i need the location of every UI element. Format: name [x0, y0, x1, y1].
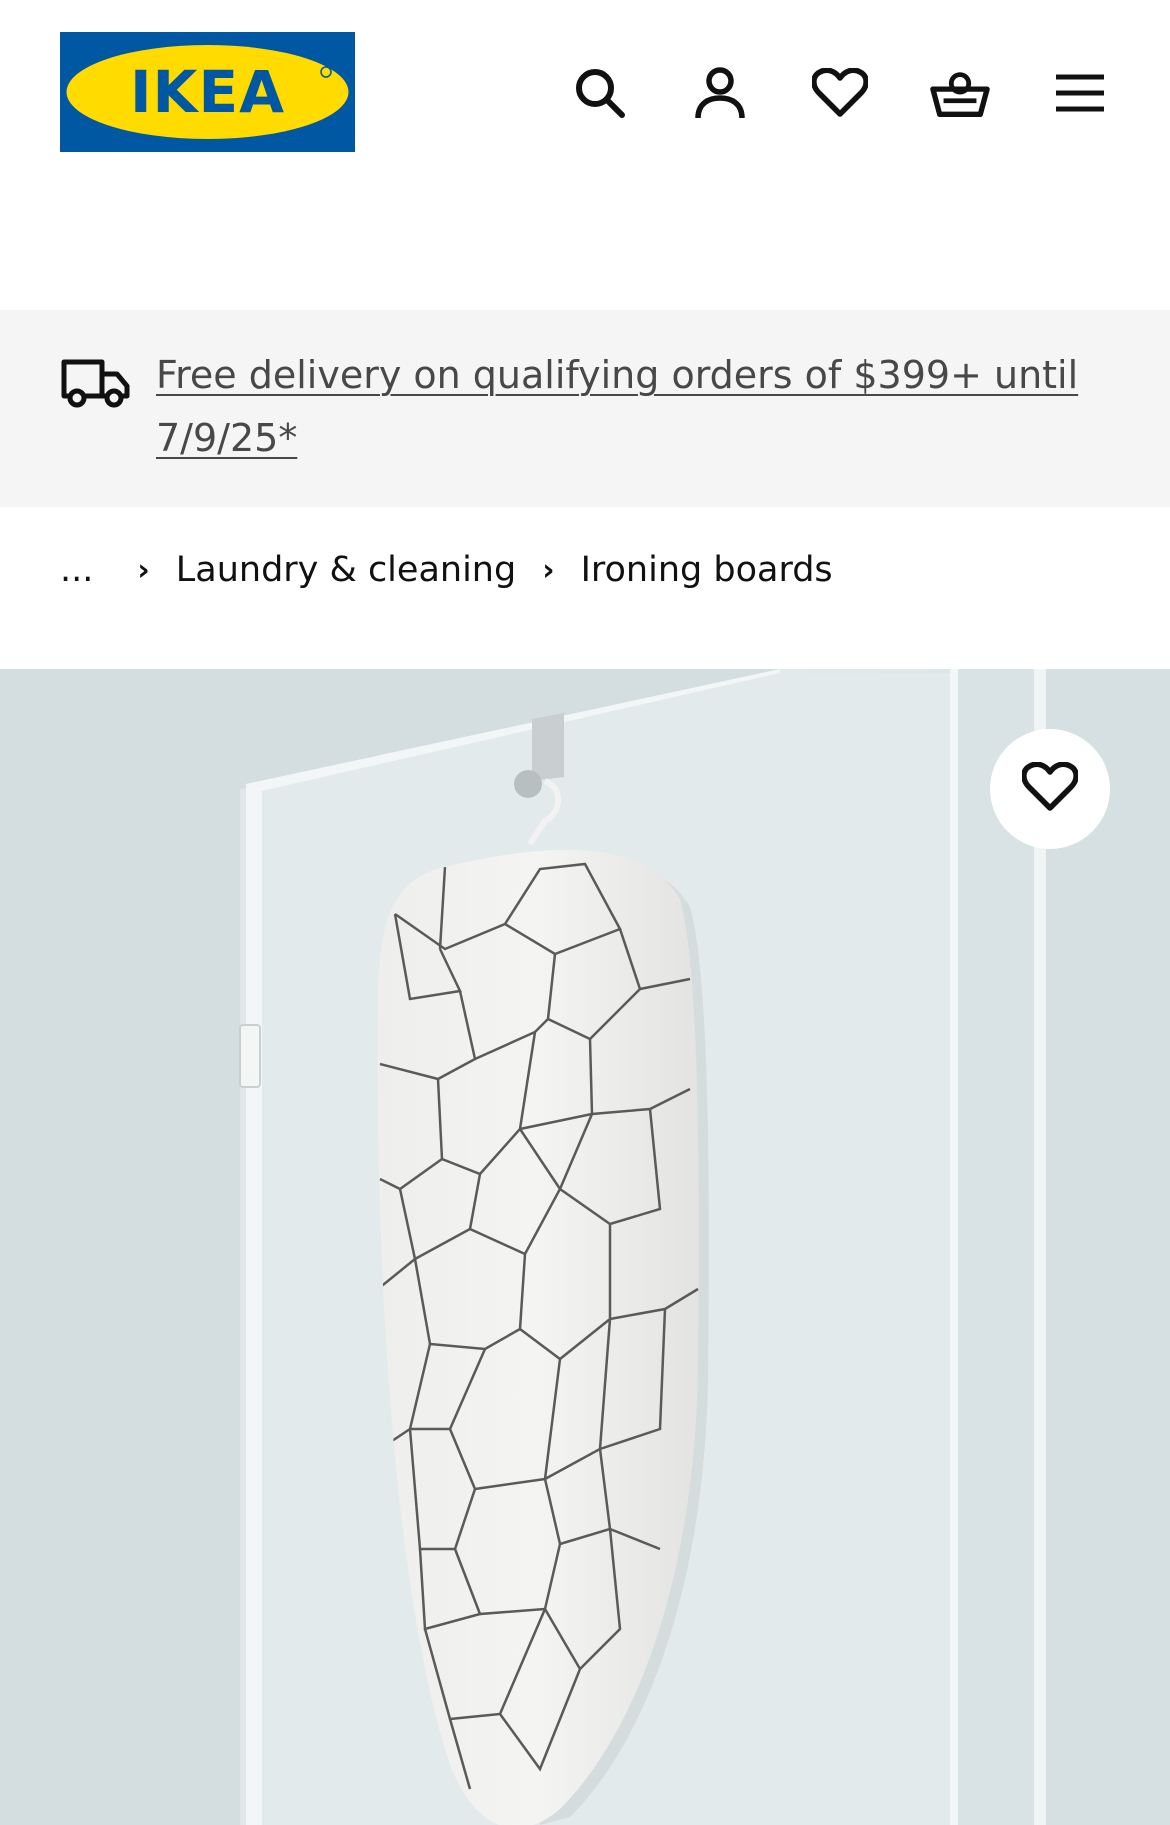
site-header: IKEA [0, 0, 1170, 310]
breadcrumb-item-laundry[interactable]: Laundry & cleaning [176, 550, 516, 590]
basket-icon[interactable] [930, 58, 990, 128]
breadcrumb: ... › Laundry & cleaning › Ironing board… [60, 548, 833, 592]
account-icon[interactable] [690, 58, 750, 128]
search-icon[interactable] [570, 58, 630, 128]
ikea-logo[interactable]: IKEA [60, 32, 355, 152]
delivery-banner: Free delivery on qualifying orders of $3… [0, 310, 1170, 507]
truck-icon [60, 354, 132, 412]
svg-text:IKEA: IKEA [130, 58, 285, 126]
breadcrumb-ellipsis[interactable]: ... [60, 550, 93, 590]
chevron-right-icon: › [542, 552, 555, 588]
favorite-button[interactable] [990, 729, 1110, 849]
free-delivery-link[interactable]: Free delivery on qualifying orders of $3… [156, 344, 1116, 470]
menu-icon[interactable] [1050, 58, 1110, 128]
product-image[interactable] [0, 669, 1170, 1825]
chevron-right-icon: › [137, 552, 150, 588]
ironing-board-photo [0, 669, 1170, 1825]
heart-icon [1021, 761, 1079, 816]
heart-icon[interactable] [810, 58, 870, 128]
breadcrumb-item-ironing-boards[interactable]: Ironing boards [581, 550, 833, 590]
